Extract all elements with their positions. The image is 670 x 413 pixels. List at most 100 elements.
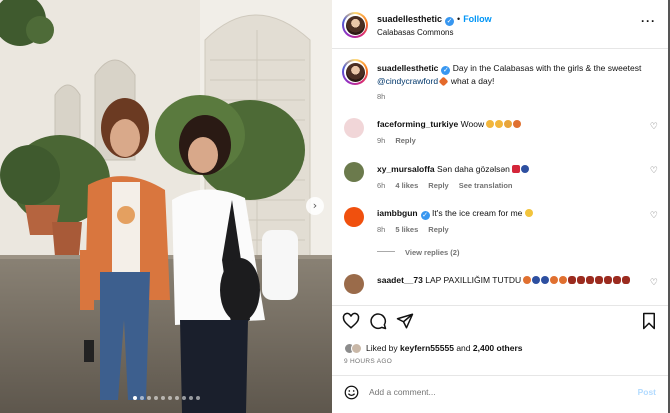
header-divider <box>332 48 668 49</box>
post-caption: suadellesthetic ✓ Day in the Calabasas wi… <box>377 62 657 87</box>
reply-button[interactable]: Reply <box>395 136 415 145</box>
emoji-icon <box>586 276 595 284</box>
comment-username[interactable]: xy_mursaloffa <box>377 164 435 174</box>
comment-box-divider <box>332 375 668 376</box>
carousel-dot <box>160 396 165 400</box>
comment-likes[interactable]: 5 likes <box>395 225 418 234</box>
comment-item: xy_mursaloffa Sən daha gözəlsən <box>377 163 647 175</box>
like-comment-heart-icon[interactable]: ♡ <box>650 278 658 288</box>
caption-mention[interactable]: @cindycrawford <box>377 76 438 86</box>
emoji-icon <box>513 120 522 128</box>
emoji-icon <box>595 276 604 284</box>
comment-item: saadet__73 LAP PAXILLIĞIM TUTDU <box>377 274 647 286</box>
instagram-post-modal: › suadellesthetic ✓ • Follow Calabasas Comm… <box>0 0 670 413</box>
verified-badge-icon: ✓ <box>445 17 455 26</box>
liker-username[interactable]: keyfern55555 <box>400 343 454 353</box>
comment-avatar[interactable] <box>344 207 364 227</box>
more-options-icon[interactable]: ··· <box>641 14 656 28</box>
post-photo[interactable]: › <box>0 0 332 413</box>
caption-username[interactable]: suadellesthetic <box>377 63 438 73</box>
caption-text-end: what a day! <box>450 76 495 86</box>
like-comment-heart-icon[interactable]: ♡ <box>650 122 658 132</box>
emoji-icon <box>568 276 577 284</box>
emoji-icon <box>504 120 513 128</box>
emoji-icon <box>559 276 568 284</box>
see-translation-link[interactable]: See translation <box>459 181 513 190</box>
like-comment-heart-icon[interactable]: ♡ <box>650 166 658 176</box>
author-username[interactable]: suadellesthetic <box>377 14 442 24</box>
comment-item: iambbgun ✓ It's the ice cream for me <box>377 207 647 220</box>
carousel-dot <box>181 396 186 400</box>
like-heart-icon[interactable] <box>342 312 360 330</box>
separator-dot: • <box>457 14 461 24</box>
verified-badge-icon: ✓ <box>441 66 451 75</box>
carousel-dot <box>174 396 179 400</box>
save-bookmark-icon[interactable] <box>640 312 658 330</box>
caption-avatar[interactable] <box>342 59 368 85</box>
comment-text: It's the ice cream for me <box>431 208 523 218</box>
emoji-icon <box>486 120 495 128</box>
photo-illustration <box>0 0 332 413</box>
comment-avatar[interactable] <box>344 162 364 182</box>
post-time-ago: 9 HOURS AGO <box>344 358 393 365</box>
comment-item: faceforming_turkiye Woow <box>377 118 647 130</box>
comment-meta: 6h 4 likes Reply See translation <box>377 181 523 190</box>
likes-count[interactable]: 2,400 others <box>473 343 523 353</box>
carousel-dot <box>167 396 172 400</box>
emoji-icon <box>613 276 622 284</box>
reply-button[interactable]: Reply <box>428 225 448 234</box>
comment-username[interactable]: faceforming_turkiye <box>377 119 458 129</box>
comment-meta: 8h 5 likes Reply <box>377 225 459 234</box>
emoji-icon <box>622 276 631 284</box>
comment-time: 6h <box>377 181 386 190</box>
reply-button[interactable]: Reply <box>428 181 448 190</box>
emoji-icon <box>532 276 541 284</box>
post-side-panel: suadellesthetic ✓ • Follow Calabasas Common… <box>332 0 668 413</box>
comment-time: 8h <box>377 225 386 234</box>
comment-avatar[interactable] <box>344 274 364 294</box>
likes-summary: Liked by keyfern55555 and 2,400 others <box>344 343 523 354</box>
emoji-icon <box>541 276 550 284</box>
carousel-dot <box>146 396 151 400</box>
carousel-dot <box>195 396 200 400</box>
comment-username[interactable]: saadet__73 <box>377 275 423 285</box>
emoji-icon <box>577 276 586 284</box>
nazar-emoji-icon <box>521 165 530 173</box>
carousel-dot <box>188 396 193 400</box>
comment-text: Woow <box>460 119 485 129</box>
comment-bubble-icon[interactable] <box>369 312 387 330</box>
laughing-emoji-icon <box>524 209 533 217</box>
replies-line <box>377 251 395 252</box>
follow-button[interactable]: Follow <box>463 14 492 24</box>
comment-time: 9h <box>377 136 386 145</box>
emoji-picker-icon[interactable] <box>344 385 359 400</box>
liker-avatar[interactable] <box>351 343 362 354</box>
post-comment-button[interactable]: Post <box>638 387 656 397</box>
comment-meta: 9h Reply <box>377 136 426 145</box>
actions-divider <box>332 305 668 306</box>
carousel-dots <box>0 396 332 400</box>
comment-text: LAP PAXILLIĞIM TUTDU <box>425 275 522 285</box>
likes-middle: and <box>456 343 471 353</box>
comment-avatar[interactable] <box>344 118 364 138</box>
carousel-dot <box>132 396 137 400</box>
caption-text-start: Day in the Calabasas with the girls & th… <box>452 63 642 73</box>
post-header: suadellesthetic ✓ • Follow <box>377 14 492 26</box>
view-replies-label: View replies (2) <box>405 248 460 257</box>
add-comment-input[interactable] <box>369 387 609 397</box>
location-link[interactable]: Calabasas Commons <box>377 28 453 37</box>
carousel-dot <box>153 396 158 400</box>
view-replies-button[interactable]: View replies (2) <box>377 248 459 257</box>
author-avatar[interactable] <box>342 12 368 38</box>
comment-username[interactable]: iambbgun <box>377 208 418 218</box>
emoji-icon <box>523 276 532 284</box>
verified-badge-icon: ✓ <box>420 211 430 220</box>
comment-text: Sən daha gözəlsən <box>437 164 510 174</box>
emoji-icon <box>604 276 613 284</box>
likes-prefix: Liked by <box>366 343 398 353</box>
share-send-icon[interactable] <box>396 312 414 330</box>
like-comment-heart-icon[interactable]: ♡ <box>650 211 658 221</box>
comment-likes[interactable]: 4 likes <box>395 181 418 190</box>
chevron-right-icon[interactable]: › <box>306 197 324 215</box>
add-comment-row: Post <box>332 377 668 413</box>
